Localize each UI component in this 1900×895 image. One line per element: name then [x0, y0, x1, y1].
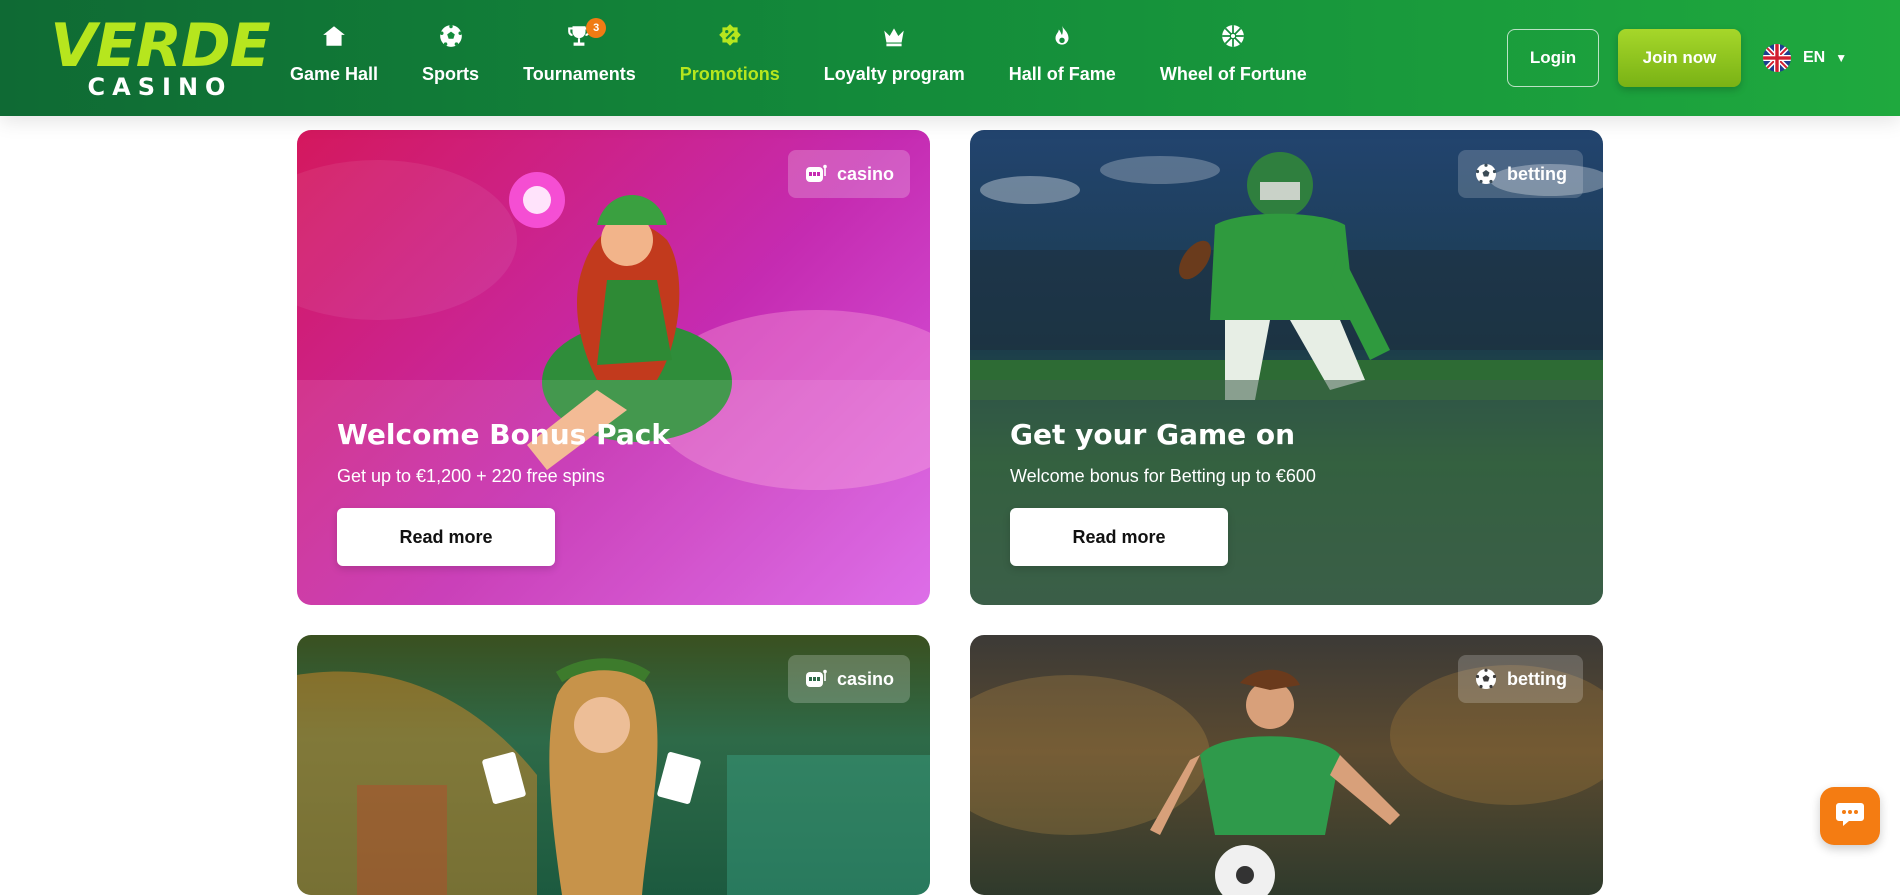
nav-label: Wheel of Fortune — [1159, 64, 1307, 84]
soccer-ball-icon — [1474, 667, 1498, 691]
nav-label: Loyalty program — [823, 64, 965, 84]
wheel-icon — [1219, 22, 1247, 50]
login-button[interactable]: Login — [1507, 29, 1599, 87]
casino-tag: casino — [787, 655, 910, 703]
nav-item-sports[interactable]: Sports — [422, 22, 479, 85]
read-more-button[interactable]: Read more — [337, 508, 555, 566]
verde-casino-logo[interactable]: VERDE CASINO — [40, 16, 280, 102]
tag-label: betting — [1507, 163, 1567, 184]
promo-card-welcome-bonus[interactable]: casino Welcome Bonus Pack Get up to €1,2… — [297, 130, 930, 605]
tag-label: casino — [836, 668, 894, 689]
tag-label: casino — [836, 163, 894, 184]
nav-label: Hall of Fame — [1008, 64, 1116, 84]
flame-icon — [1048, 22, 1076, 50]
nav-label: Promotions — [679, 64, 780, 84]
home-icon — [320, 22, 348, 50]
site-header: VERDE CASINO Game Hall Sports 3 Tourname… — [0, 0, 1900, 116]
promo-title: Welcome Bonus Pack — [337, 418, 670, 451]
nav-item-tournaments[interactable]: 3 Tournaments — [523, 18, 636, 85]
nav-label: Tournaments — [523, 64, 636, 84]
soccer-ball-icon — [437, 22, 465, 50]
nav-item-hall-of-fame[interactable]: Hall of Fame — [1009, 22, 1116, 85]
card-overlay — [970, 380, 1603, 605]
live-chat-button[interactable] — [1820, 787, 1880, 845]
percent-badge-icon — [716, 22, 744, 50]
promo-card-betting-2[interactable]: betting — [970, 635, 1603, 895]
crown-icon — [880, 22, 908, 50]
nav-item-game-hall[interactable]: Game Hall — [290, 22, 378, 85]
join-now-button[interactable]: Join now — [1618, 29, 1741, 87]
soccer-ball-icon — [1474, 162, 1498, 186]
casino-tag: casino — [787, 150, 910, 198]
nav-label: Sports — [422, 64, 480, 84]
promo-title: Get your Game on — [1010, 418, 1296, 451]
slot-machine-icon — [804, 162, 828, 186]
logo-wordmark: VERDE — [50, 11, 270, 81]
slot-machine-icon — [804, 667, 828, 691]
betting-tag: betting — [1458, 655, 1583, 703]
read-more-button[interactable]: Read more — [1010, 508, 1228, 566]
nav-item-promotions[interactable]: Promotions — [680, 22, 780, 85]
nav-label: Game Hall — [290, 64, 379, 84]
tournaments-count-badge: 3 — [586, 18, 607, 38]
betting-tag: betting — [1458, 150, 1583, 198]
promo-card-game-on[interactable]: betting Get your Game on Welcome bonus f… — [970, 130, 1603, 605]
language-code: EN — [1803, 49, 1826, 66]
language-selector[interactable]: EN ▼ — [1763, 44, 1847, 72]
main-nav: Game Hall Sports 3 Tournaments Promotion… — [290, 18, 1351, 92]
uk-flag-icon — [1763, 44, 1791, 72]
promo-subtitle: Welcome bonus for Betting up to €600 — [1010, 466, 1316, 486]
nav-item-loyalty[interactable]: Loyalty program — [824, 22, 965, 85]
chat-bubble-icon — [1835, 800, 1865, 833]
nav-item-wheel-of-fortune[interactable]: Wheel of Fortune — [1160, 22, 1307, 85]
card-overlay — [297, 380, 930, 605]
tag-label: betting — [1507, 668, 1567, 689]
chevron-down-icon: ▼ — [1835, 51, 1848, 65]
promo-card-casino-2[interactable]: casino — [297, 635, 930, 895]
promo-subtitle: Get up to €1,200 + 220 free spins — [337, 466, 605, 486]
